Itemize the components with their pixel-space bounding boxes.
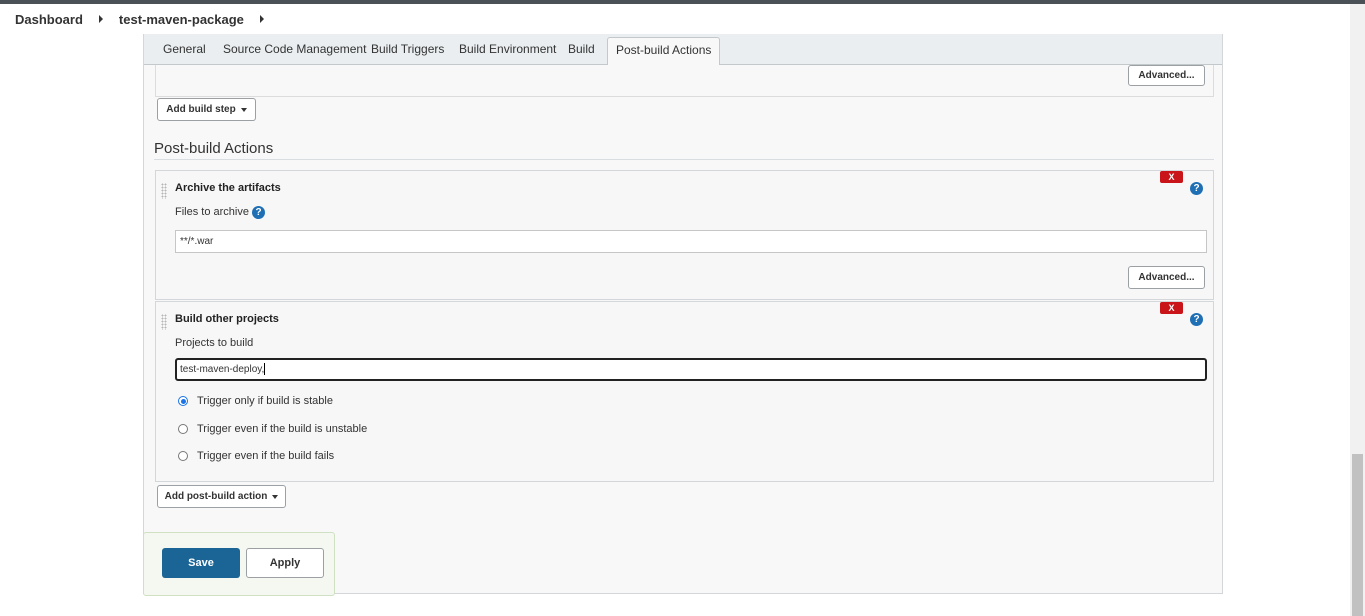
add-build-step-button[interactable]: Add build step — [157, 98, 256, 121]
breadcrumb-project[interactable]: test-maven-package — [119, 12, 244, 27]
trigger-stable-option[interactable]: Trigger only if build is stable — [178, 395, 333, 407]
save-button[interactable]: Save — [162, 548, 240, 578]
trigger-unstable-label: Trigger even if the build is unstable — [197, 423, 368, 435]
files-to-archive-input[interactable]: **/*.war — [175, 230, 1207, 253]
tab-post-build-actions[interactable]: Post-build Actions — [607, 37, 721, 66]
add-post-build-action-label: Add post-build action — [164, 491, 268, 502]
breadcrumb-dashboard[interactable]: Dashboard — [15, 12, 83, 27]
caret-down-icon — [272, 494, 279, 499]
breadcrumb-chevron-icon[interactable] — [259, 15, 264, 23]
section-divider — [154, 159, 1214, 160]
projects-input-value: test-maven-deploy, — [180, 364, 265, 375]
build-step-advanced-button[interactable]: Advanced... — [1128, 65, 1205, 86]
drag-handle-icon[interactable] — [161, 183, 167, 199]
build-other-projects-block: Build other projects X ? Projects to bui… — [155, 301, 1214, 482]
projects-to-build-input[interactable]: test-maven-deploy, — [175, 358, 1207, 381]
apply-button[interactable]: Apply — [246, 548, 324, 578]
archive-artifacts-block: Archive the artifacts X ? Files to archi… — [155, 170, 1214, 300]
config-panel: General Source Code Management Build Tri… — [143, 34, 1223, 594]
delete-archive-button[interactable]: X — [1160, 171, 1183, 183]
tab-build[interactable]: Build — [568, 42, 595, 56]
breadcrumb: Dashboard test-maven-package — [0, 4, 1350, 34]
build-other-projects-title: Build other projects — [175, 313, 279, 325]
scrollbar-thumb[interactable] — [1352, 454, 1363, 616]
radio-button[interactable] — [178, 451, 188, 461]
post-build-section-title: Post-build Actions — [154, 140, 274, 157]
add-build-step-label: Add build step — [166, 104, 236, 115]
trigger-fails-label: Trigger even if the build fails — [197, 450, 335, 462]
archive-artifacts-title: Archive the artifacts — [175, 182, 281, 194]
tab-build-triggers[interactable]: Build Triggers — [371, 42, 444, 56]
help-icon[interactable]: ? — [1190, 182, 1203, 195]
text-cursor — [264, 363, 266, 376]
drag-handle-icon[interactable] — [161, 314, 167, 330]
radio-button[interactable] — [178, 424, 188, 434]
add-post-build-action-button[interactable]: Add post-build action — [157, 485, 286, 508]
config-tabbar: General Source Code Management Build Tri… — [144, 34, 1222, 66]
trigger-stable-label: Trigger only if build is stable — [197, 395, 333, 407]
files-help-icon[interactable]: ? — [252, 206, 265, 219]
trigger-fails-option[interactable]: Trigger even if the build fails — [178, 450, 334, 462]
save-bar: Save Apply — [143, 532, 335, 596]
archive-advanced-button[interactable]: Advanced... — [1128, 266, 1205, 289]
build-step-block: Advanced... — [155, 65, 1214, 97]
tab-general[interactable]: General — [163, 42, 206, 56]
help-icon[interactable]: ? — [1190, 313, 1203, 326]
projects-to-build-label: Projects to build — [175, 337, 254, 349]
breadcrumb-chevron-icon[interactable] — [98, 15, 103, 23]
caret-down-icon — [240, 107, 247, 112]
trigger-unstable-option[interactable]: Trigger even if the build is unstable — [178, 423, 367, 435]
delete-build-other-button[interactable]: X — [1160, 302, 1183, 314]
page-scrollbar[interactable] — [1350, 4, 1365, 616]
tab-build-environment[interactable]: Build Environment — [459, 42, 556, 56]
tab-source-code-management[interactable]: Source Code Management — [223, 42, 366, 56]
files-to-archive-label: Files to archive — [175, 206, 249, 218]
radio-button-checked[interactable] — [178, 396, 188, 406]
